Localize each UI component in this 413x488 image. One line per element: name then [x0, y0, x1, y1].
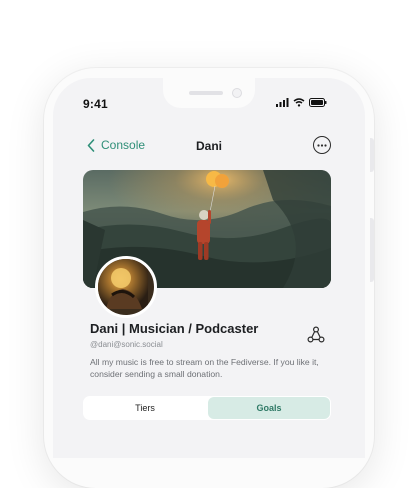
battery-icon [309, 98, 327, 107]
phone-side-button [370, 138, 374, 172]
camera [232, 88, 242, 98]
profile-bio: All my music is free to stream on the Fe… [90, 357, 319, 379]
signal-icon [276, 98, 289, 107]
more-horizontal-icon [317, 143, 327, 147]
profile-header: Console Dani [53, 130, 365, 166]
more-button[interactable] [313, 136, 331, 154]
status-time: 9:41 [83, 97, 108, 111]
wifi-icon [293, 98, 305, 107]
share-button[interactable] [307, 326, 325, 344]
avatar[interactable] [95, 256, 157, 318]
phone-side-button [370, 218, 374, 282]
profile-handle: @dani@sonic.social [90, 340, 163, 349]
profile-name: Dani | Musician / Podcaster [90, 321, 259, 336]
speaker [189, 91, 223, 95]
profile-tabs: Tiers Goals [83, 396, 331, 420]
avatar-image [98, 259, 148, 309]
tab-goals[interactable]: Goals [208, 397, 330, 419]
phone-screen: 9:41 Console Dani Dani | Musician / Podc… [53, 78, 365, 458]
status-icons [276, 98, 327, 107]
share-icon [307, 326, 325, 343]
tab-tiers[interactable]: Tiers [84, 397, 206, 419]
